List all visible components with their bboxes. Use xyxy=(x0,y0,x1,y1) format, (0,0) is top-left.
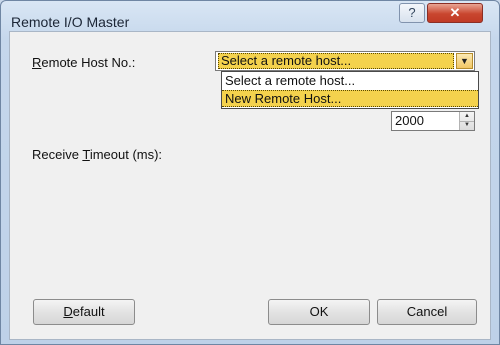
chevron-down-icon: ▼ xyxy=(460,56,469,66)
receive-timeout-value: 2000 xyxy=(395,113,424,128)
help-button[interactable]: ? xyxy=(399,3,425,23)
remote-host-combobox[interactable]: Select a remote host... ▼ xyxy=(215,51,475,71)
cancel-button[interactable]: Cancel xyxy=(377,299,477,325)
chevron-up-icon: ▲ xyxy=(464,113,470,119)
close-icon: ✕ xyxy=(449,5,461,20)
receive-timeout-spinbox[interactable]: 2000 ▲ ▼ xyxy=(391,111,475,131)
spin-buttons: ▲ ▼ xyxy=(459,112,474,130)
ok-button[interactable]: OK xyxy=(268,299,370,325)
window-title: Remote I/O Master xyxy=(11,14,130,30)
chevron-down-icon: ▼ xyxy=(464,122,470,128)
dropdown-option-select-host[interactable]: Select a remote host... xyxy=(222,73,478,90)
remote-host-label: Remote Host No.: xyxy=(32,55,136,70)
dropdown-arrow-button[interactable]: ▼ xyxy=(456,53,473,69)
receive-timeout-label: Receive Timeout (ms): xyxy=(32,147,163,162)
dropdown-option-new-host[interactable]: New Remote Host... xyxy=(222,90,478,107)
dialog-window: Remote I/O Master ? ✕ Remote Host No.: S… xyxy=(0,0,500,345)
remote-host-selected-value: Select a remote host... xyxy=(218,53,454,69)
spin-down-button[interactable]: ▼ xyxy=(460,121,474,130)
close-button[interactable]: ✕ xyxy=(427,3,483,23)
remote-host-dropdown-list: Select a remote host... New Remote Host.… xyxy=(221,71,479,109)
help-icon: ? xyxy=(408,5,416,20)
default-button[interactable]: Default xyxy=(33,299,135,325)
